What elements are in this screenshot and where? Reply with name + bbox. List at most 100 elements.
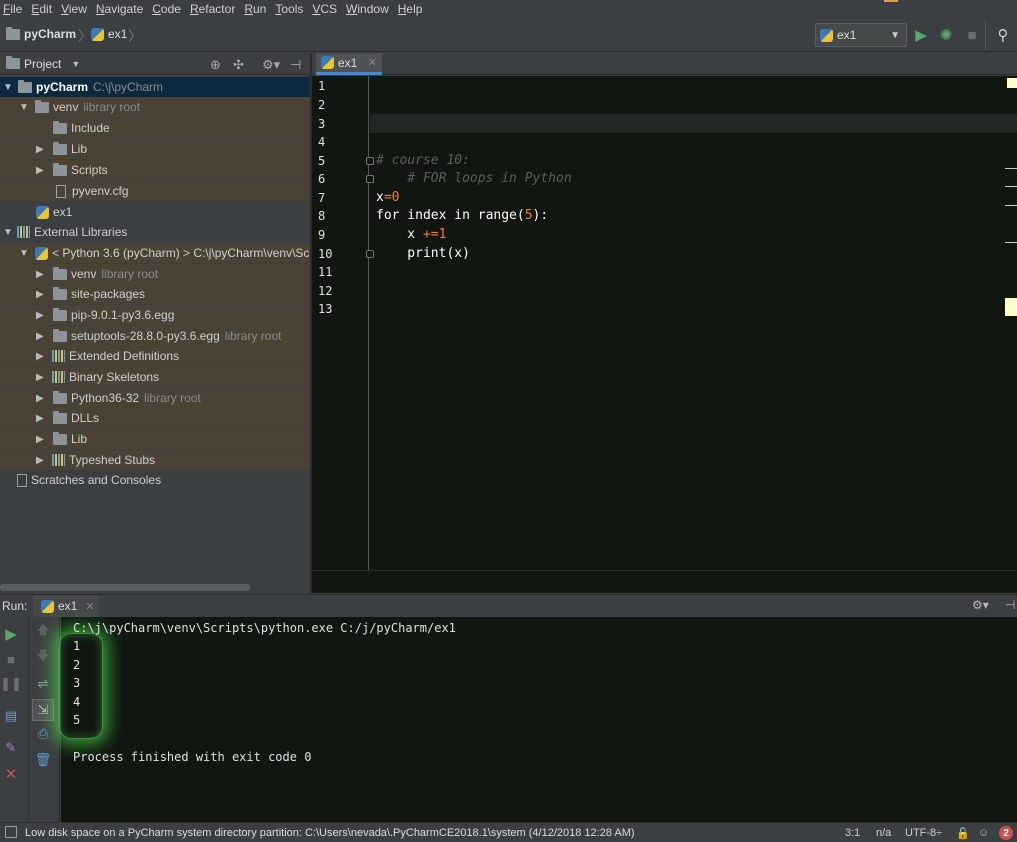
menu-file[interactable]: File (0, 2, 28, 16)
rerun-button[interactable]: ▶ (2, 625, 20, 643)
fold-marker-icon[interactable] (366, 250, 374, 258)
tree-item-project-root[interactable]: ▼ pyCharm C:\j\pyCharm (0, 77, 311, 97)
tree-item-pyvenv-cfg[interactable]: pyvenv.cfg (0, 181, 311, 201)
run-configuration-select[interactable]: ex1 ▼ (815, 23, 907, 47)
collapse-all-icon[interactable]: ✣ (233, 57, 244, 73)
fold-marker-icon[interactable] (366, 157, 374, 165)
close-icon[interactable]: ✕ (368, 56, 377, 69)
expand-arrow-icon[interactable]: ▼ (19, 248, 29, 259)
hide-panel-icon[interactable]: ⊣ (290, 57, 301, 73)
code-line-7: x=0 (376, 190, 399, 205)
folder-icon (53, 162, 67, 176)
expand-arrow-icon[interactable]: ▶ (36, 455, 44, 466)
expand-arrow-icon[interactable]: ▶ (36, 269, 44, 280)
tree-item-site-packages[interactable]: ▶ site-packages (0, 284, 311, 304)
project-horizontal-scrollbar[interactable] (0, 584, 250, 591)
soft-wrap-icon[interactable]: ⇌ (34, 675, 52, 693)
tree-item-include[interactable]: Include (0, 118, 311, 138)
arrow-up-icon[interactable]: 🡅 (34, 622, 52, 641)
menu-run[interactable]: Run (241, 2, 272, 16)
expand-arrow-icon[interactable]: ▶ (36, 144, 44, 155)
expand-arrow-icon[interactable]: ▶ (36, 351, 44, 362)
tree-item-pip[interactable]: ▶ pip-9.0.1-py3.6.egg (0, 305, 311, 325)
menu-help[interactable]: Help (395, 2, 429, 16)
stop-button[interactable]: ■ (2, 650, 20, 668)
scroll-to-end-icon[interactable]: ⇲ (32, 699, 54, 721)
gear-icon[interactable]: ⚙▾ (262, 57, 280, 73)
menu-edit[interactable]: Edit (28, 2, 58, 16)
tree-item-scratches[interactable]: Scratches and Consoles (0, 470, 311, 490)
menu-tools[interactable]: Tools (272, 2, 309, 16)
menu-refactor[interactable]: Refactor (187, 2, 241, 16)
tree-item-lib[interactable]: ▶ Lib (0, 139, 311, 159)
expand-arrow-icon[interactable]: ▼ (19, 102, 29, 113)
error-stripe-mark[interactable] (1005, 168, 1017, 169)
expand-arrow-icon[interactable]: ▶ (36, 434, 44, 445)
locate-icon[interactable]: ⊕ (210, 57, 221, 73)
run-button[interactable]: ▶ (912, 26, 930, 44)
stop-button[interactable]: ■ (963, 26, 981, 44)
menu-navigate[interactable]: Navigate (93, 2, 149, 16)
breadcrumb-file[interactable]: ex1 (91, 27, 127, 41)
tool-windows-icon[interactable] (5, 826, 17, 838)
tree-item-venv-lib[interactable]: ▶ venv library root (0, 264, 311, 284)
tree-item-external-libraries[interactable]: ▼ External Libraries (0, 222, 311, 242)
status-message[interactable]: Low disk space on a PyCharm system direc… (25, 827, 635, 839)
expand-arrow-icon[interactable]: ▶ (36, 289, 44, 300)
restore-layout-icon[interactable]: ▤ (2, 707, 20, 725)
error-stripe-mark[interactable] (1005, 205, 1017, 206)
tree-item-binary-skeletons[interactable]: ▶ Binary Skeletons (0, 367, 311, 387)
menu-view[interactable]: View (58, 2, 93, 16)
expand-arrow-icon[interactable]: ▼ (3, 82, 13, 93)
tree-item-ex1[interactable]: ex1 (0, 202, 311, 222)
pin-icon[interactable]: ✎ (2, 739, 20, 757)
expand-arrow-icon[interactable]: ▶ (36, 331, 44, 342)
tree-item-typeshed-stubs[interactable]: ▶ Typeshed Stubs (0, 450, 311, 470)
arrow-down-icon[interactable]: 🡇 (34, 648, 52, 667)
error-stripe-mark[interactable] (1005, 242, 1017, 243)
tree-item-dlls[interactable]: ▶ DLLs (0, 408, 311, 428)
error-stripe-mark[interactable] (1005, 186, 1017, 187)
menu-window[interactable]: Window (343, 2, 395, 16)
line-separator[interactable]: n/a (876, 827, 891, 839)
tree-item-scripts[interactable]: ▶ Scripts (0, 160, 311, 180)
expand-arrow-icon[interactable]: ▶ (36, 165, 44, 176)
trash-icon[interactable]: 🗑 (34, 751, 52, 769)
tree-item-lib-sdk[interactable]: ▶ Lib (0, 429, 311, 449)
print-icon[interactable]: ⎙ (34, 725, 52, 743)
expand-arrow-icon[interactable]: ▶ (36, 413, 44, 424)
hide-panel-icon[interactable]: ⊣ (1005, 598, 1015, 612)
fold-marker-icon[interactable] (366, 175, 374, 183)
expand-arrow-icon[interactable]: ▶ (36, 310, 44, 321)
run-console[interactable]: C:\j\pyCharm\venv\Scripts\python.exe C:/… (59, 617, 1017, 822)
code-editor[interactable]: 1 2 3 4 5 6 7 8 9 10 11 12 13 # course 1… (312, 76, 1017, 570)
run-tab-ex1[interactable]: ex1 ✕ (33, 595, 99, 617)
pause-button[interactable]: ❚❚ (0, 675, 22, 693)
close-run-button[interactable]: ✕ (2, 765, 20, 783)
expand-arrow-icon[interactable]: ▶ (36, 393, 44, 404)
lock-icon[interactable]: 🔓 (956, 827, 970, 840)
project-view-select[interactable]: Project ▼ (6, 56, 80, 71)
expand-arrow-icon[interactable]: ▶ (36, 372, 44, 383)
menu-vcs[interactable]: VCS (309, 2, 343, 16)
caret-position[interactable]: 3:1 (845, 827, 860, 839)
tree-item-setuptools[interactable]: ▶ setuptools-28.8.0-py3.6.egg library ro… (0, 326, 311, 346)
notifications-badge[interactable]: 2 (999, 826, 1013, 840)
menu-code[interactable]: Code (149, 2, 187, 16)
tree-item-venv[interactable]: ▼ venv library root (0, 97, 311, 117)
breadcrumb-project[interactable]: pyCharm (6, 26, 76, 41)
expand-arrow-icon[interactable]: ▼ (3, 227, 13, 238)
tree-item-python36[interactable]: ▶ Python36-32 library root (0, 388, 311, 408)
scroll-position-mark[interactable] (1005, 298, 1017, 316)
gear-icon[interactable]: ⚙▾ (972, 598, 989, 612)
inspector-icon[interactable]: ☺ (978, 827, 989, 839)
file-encoding[interactable]: UTF-8÷ (905, 827, 942, 839)
search-icon[interactable]: ⚲ (994, 26, 1012, 44)
close-icon[interactable]: ✕ (85, 600, 94, 613)
tree-item-extended-definitions[interactable]: ▶ Extended Definitions (0, 346, 311, 366)
debug-button[interactable]: ✺ (937, 26, 955, 44)
chevron-down-icon: ▼ (890, 29, 900, 41)
tree-item-python-sdk[interactable]: ▼ < Python 3.6 (pyCharm) > C:\j\pyCharm\… (0, 243, 311, 263)
tab-ex1[interactable]: ex1 ✕ (316, 53, 382, 75)
inspection-status-icon[interactable] (1007, 78, 1017, 88)
